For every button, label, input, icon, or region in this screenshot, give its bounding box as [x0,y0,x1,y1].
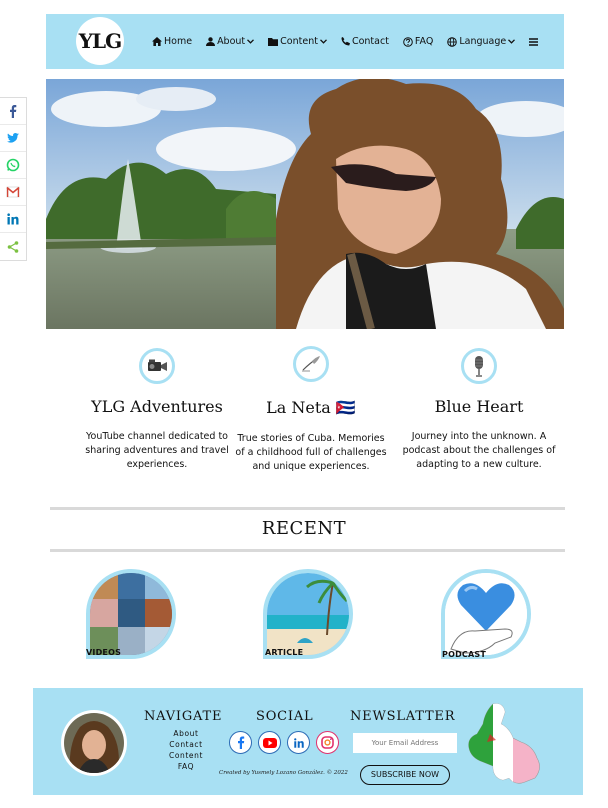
logo-text: YLG [78,29,122,53]
youtube-icon[interactable] [258,731,281,754]
subscribe-button[interactable]: SUBSCRIBE NOW [360,765,450,785]
feature-description: YouTube channel dedicated to sharing adv… [85,431,229,470]
divider-top [50,507,565,510]
social-heading: SOCIAL [256,709,314,724]
feature-description: True stories of Cuba. Memories of a chil… [235,433,387,472]
hamburger-menu-icon[interactable] [529,37,539,46]
recent-podcast-label[interactable]: PODCAST [442,650,486,659]
feature-title: Blue Heart [434,397,524,416]
footer-link-content[interactable]: Content [157,750,215,761]
nav-item-language[interactable]: Language [447,36,516,47]
ylg-logo[interactable]: YLG [76,17,124,65]
footer-link-about[interactable]: About [157,728,215,739]
feature-description: Journey into the unknown. A podcast abou… [402,431,556,470]
recent-article-label[interactable]: ARTICLE [265,648,303,657]
gmail-share-icon[interactable] [0,179,26,206]
newfoundland-flag-map [463,702,545,790]
footer-avatar [61,710,127,776]
chevron-down-icon [247,39,255,44]
folder-icon [268,37,279,46]
home-icon [152,37,162,46]
navigate-heading: NAVIGATE [144,709,223,724]
feature-title: YLG Adventures [91,397,223,416]
linkedin-share-icon[interactable] [0,206,26,233]
globe-icon [447,36,458,47]
footer-link-contact[interactable]: Contact [157,739,215,750]
feature-la-neta[interactable]: La Neta 🇨🇺 True stories of Cuba. Memorie… [226,346,396,474]
whatsapp-share-icon[interactable] [0,152,26,179]
site-header: YLG Home About Content Contact FAQ Langu… [46,14,564,69]
feature-title: La Neta 🇨🇺 [266,398,356,417]
main-nav: Home About Content Contact FAQ Language [152,14,539,69]
microphone-icon [461,348,497,384]
twitter-share-icon[interactable] [0,125,26,152]
divider-bottom [50,549,565,552]
share-sidebar [0,97,27,261]
share-icon[interactable] [0,233,26,260]
quill-pen-icon [293,346,329,382]
instagram-icon[interactable] [316,731,339,754]
recent-podcast-card[interactable] [441,569,531,659]
nav-label-about: About [217,36,246,47]
nav-item-faq[interactable]: FAQ [403,36,433,47]
linkedin-icon[interactable] [287,731,310,754]
nav-label-language: Language [459,36,507,47]
user-icon [206,37,216,46]
nav-item-content[interactable]: Content [268,36,327,47]
social-icons [229,731,339,754]
nav-label-contact: Contact [351,36,389,47]
footer-link-faq[interactable]: FAQ [157,761,215,772]
feature-ylg-adventures[interactable]: YLG Adventures YouTube channel dedicated… [72,348,242,472]
recent-article-card[interactable] [263,569,353,659]
chevron-down-icon [319,39,327,44]
recent-videos-label[interactable]: VIDEOS [86,648,121,657]
nav-label-content: Content [280,36,318,47]
question-icon [403,36,413,47]
recent-videos-card[interactable] [86,569,176,659]
email-field[interactable] [353,733,457,753]
feature-blue-heart[interactable]: Blue Heart Journey into the unknown. A p… [394,348,564,472]
nav-item-contact[interactable]: Contact [341,36,389,47]
phone-icon [341,37,350,46]
footer-nav-links: About Contact Content FAQ [157,728,215,772]
facebook-share-icon[interactable] [0,98,26,125]
newsletter-heading: NEWSLATTER [350,709,456,724]
hero-photo [46,79,564,329]
chevron-down-icon [508,39,516,44]
site-footer: NAVIGATE About Contact Content FAQ SOCIA… [33,688,583,795]
nav-item-home[interactable]: Home [152,36,192,47]
nav-label-faq: FAQ [414,36,434,47]
video-camera-icon [139,348,175,384]
nav-item-about[interactable]: About [206,36,255,47]
footer-credit: Created by Yusmely Lozano González. © 20… [219,770,348,776]
nav-label-home: Home [164,36,193,47]
facebook-icon[interactable] [229,731,252,754]
recent-heading: RECENT [261,518,347,539]
